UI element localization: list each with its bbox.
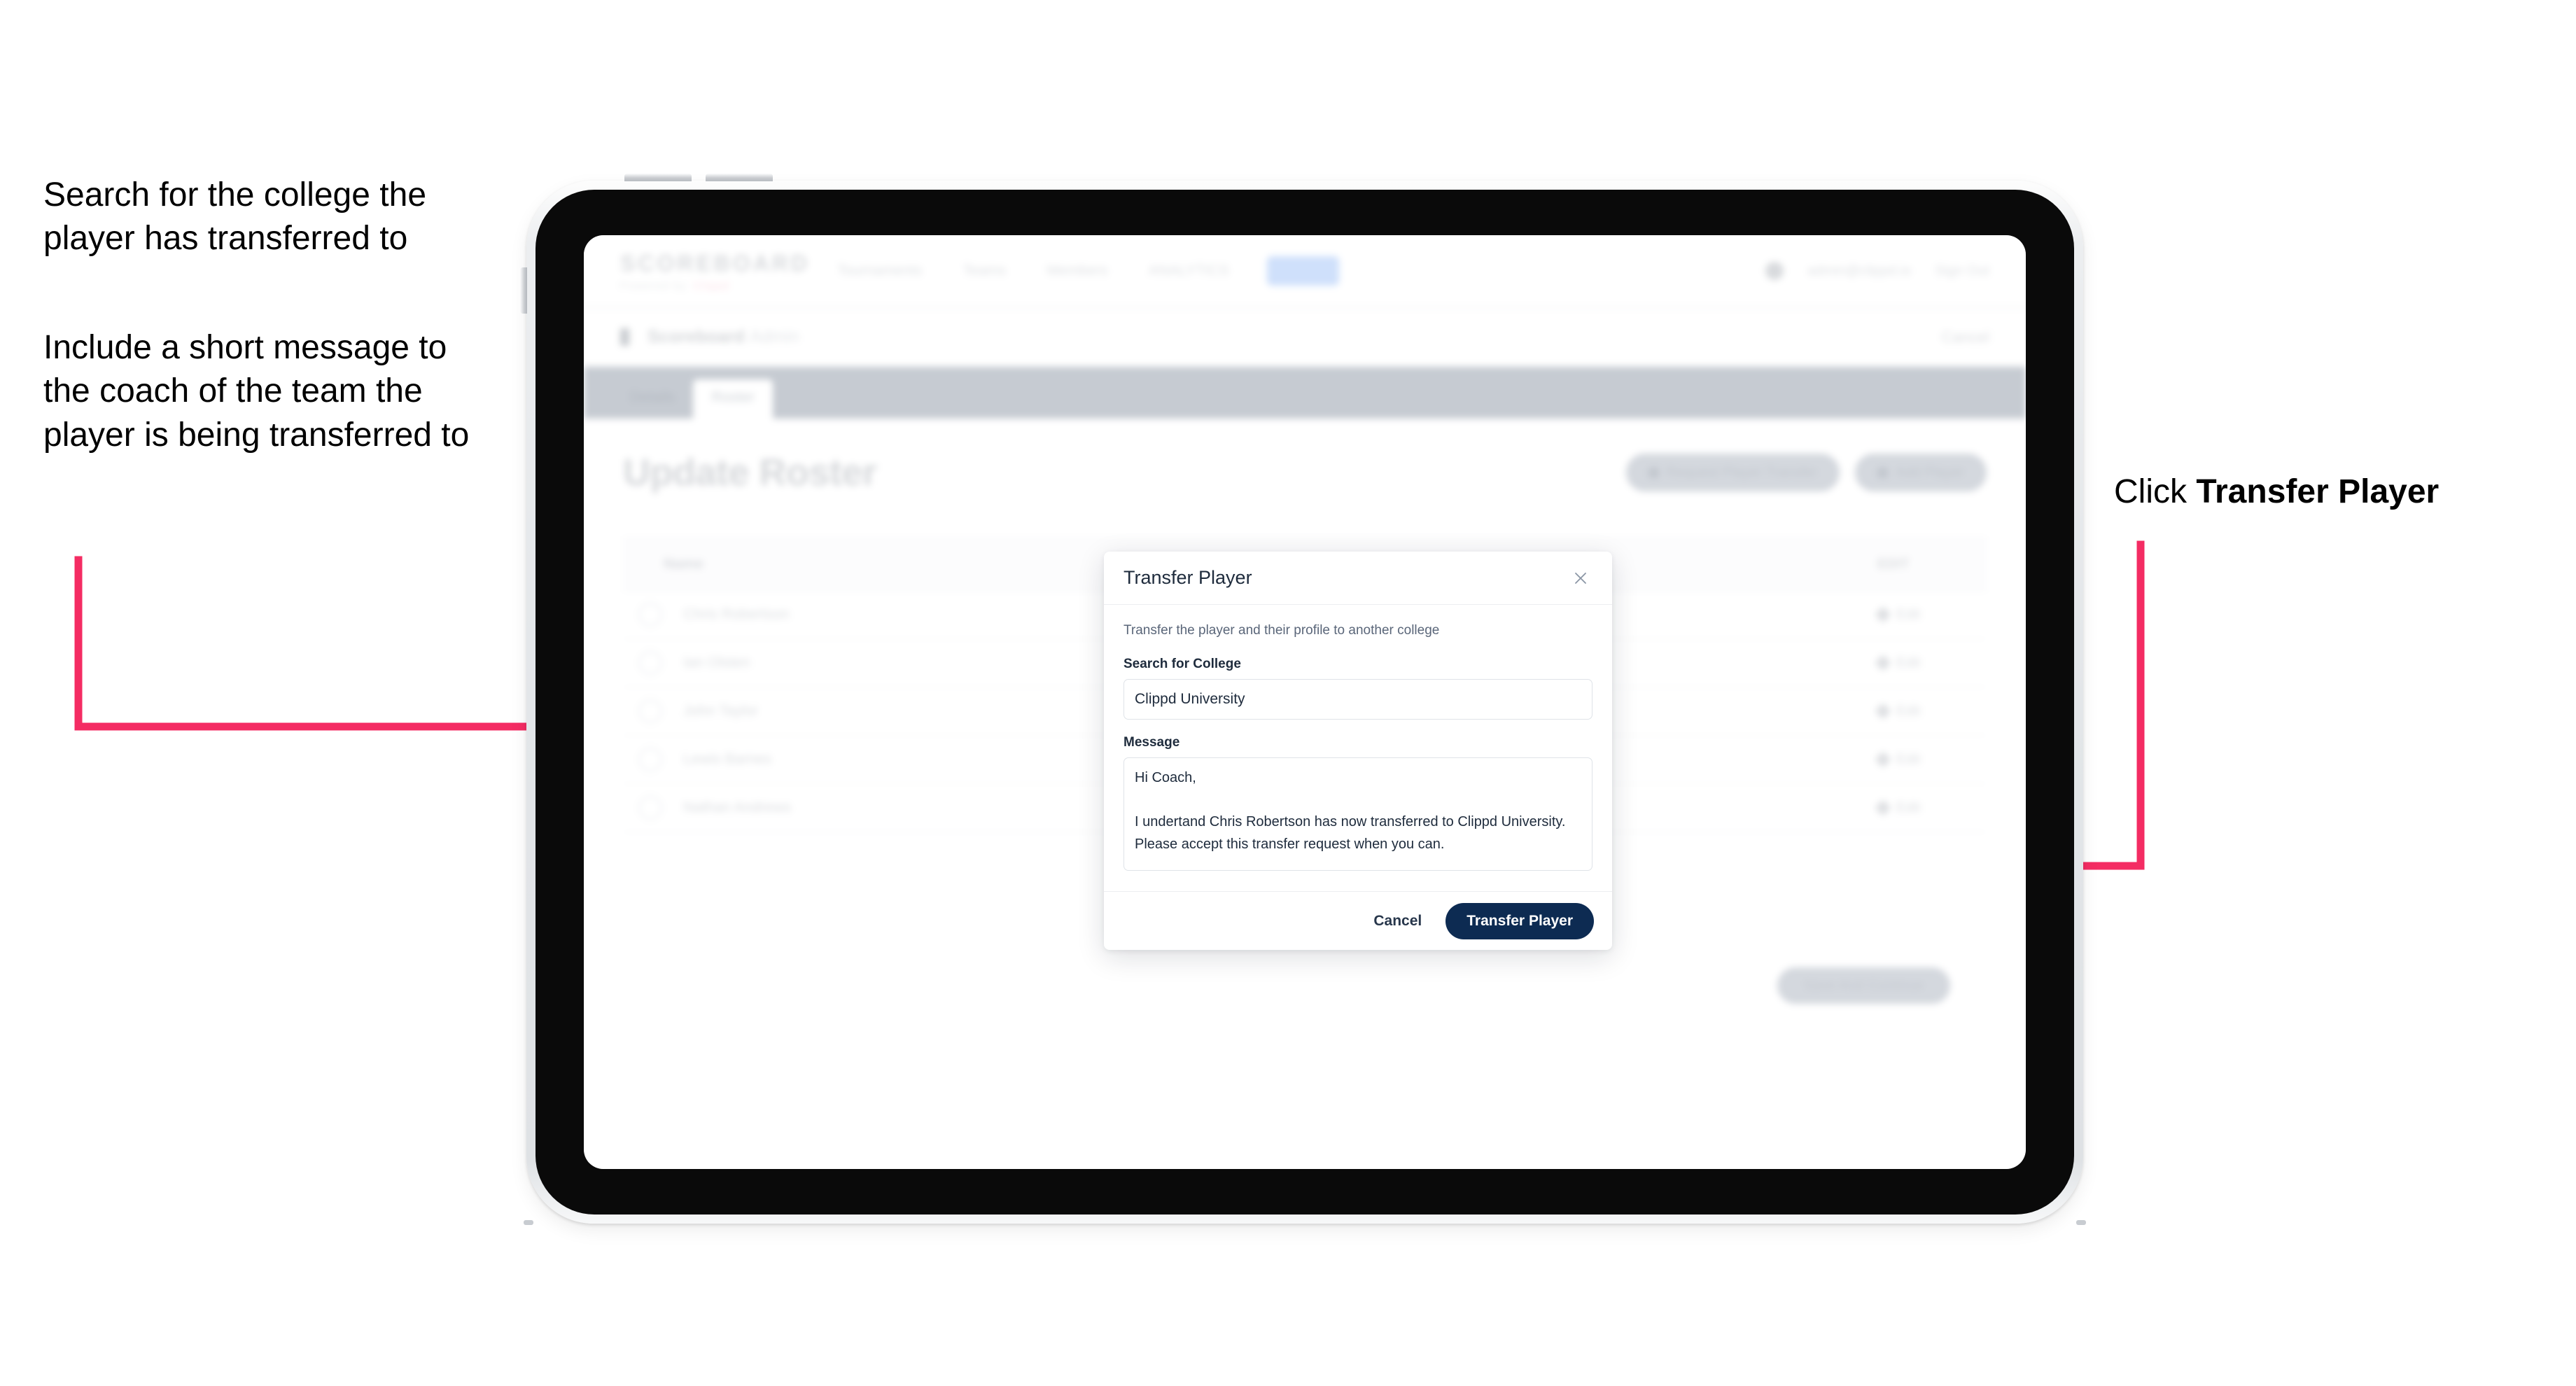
- edit-label: Edit: [1896, 606, 1921, 622]
- transfer-player-dialog: Transfer Player Transfer the player and …: [1104, 552, 1612, 950]
- edit-player-button[interactable]: Edit: [1852, 704, 1971, 720]
- nav-item-tournaments[interactable]: Tournaments: [834, 257, 925, 285]
- tab-strip: Details Roster: [584, 367, 2026, 419]
- dialog-header: Transfer Player: [1104, 552, 1612, 605]
- nav-item-members[interactable]: Members: [1044, 257, 1111, 285]
- nav-item-teams[interactable]: Teams: [960, 257, 1009, 285]
- edit-label: Edit: [1896, 703, 1921, 719]
- annotation-click-transfer-player: Click Transfer Player: [2114, 470, 2548, 514]
- player-name: Chris Robertson: [683, 606, 790, 622]
- subbar-subtitle-text: Admin: [749, 327, 799, 346]
- subbar-cancel-action[interactable]: Cancel: [1942, 328, 1989, 346]
- dialog-body: Transfer the player and their profile to…: [1104, 605, 1612, 891]
- dialog-title: Transfer Player: [1124, 567, 1252, 588]
- player-name: Nathan Andrews: [683, 799, 792, 816]
- player-avatar: [638, 603, 662, 626]
- annotation-include-message: Include a short message to the coach of …: [43, 329, 470, 454]
- request-player-transfer-button[interactable]: Request Player Transfer: [1625, 454, 1840, 491]
- pencil-icon: [1875, 606, 1891, 623]
- edit-player-button[interactable]: Edit: [1852, 655, 1971, 671]
- nav-items: Tournaments Teams Members ANALYTICS Admi…: [834, 256, 1340, 286]
- transfer-player-submit-button[interactable]: Transfer Player: [1446, 902, 1594, 939]
- annotation-search-college: Search for the college the player has tr…: [43, 176, 427, 258]
- add-player-button[interactable]: Add Player: [1855, 454, 1987, 491]
- content-header: Update Roster Request Player Transfer Ad…: [623, 451, 1987, 494]
- dialog-footer: Cancel Transfer Player: [1104, 891, 1612, 950]
- player-avatar: [638, 651, 662, 675]
- subbar-title-text: Scoreboard: [648, 327, 745, 346]
- cancel-button[interactable]: Cancel: [1359, 904, 1436, 939]
- brand-logo[interactable]: SCOREBOARD Powered by Clippd: [620, 250, 811, 292]
- plus-icon: [1877, 467, 1889, 478]
- close-icon[interactable]: [1569, 566, 1592, 590]
- pencil-icon: [1875, 751, 1891, 768]
- pencil-icon: [1875, 654, 1891, 671]
- request-player-transfer-label: Request Player Transfer: [1666, 464, 1818, 480]
- volume-down-button[interactable]: [706, 174, 773, 181]
- annotation-right-prefix: Click: [2114, 473, 2197, 510]
- add-player-label: Add Player: [1896, 464, 1964, 480]
- edit-player-button[interactable]: Edit: [1852, 800, 1971, 816]
- sub-navigation-bar: Scoreboard Admin Cancel: [584, 308, 2026, 367]
- player-avatar: [638, 796, 662, 820]
- tablet-device: SCOREBOARD Powered by Clippd Tournaments…: [520, 174, 2086, 1225]
- dialog-description: Transfer the player and their profile to…: [1124, 623, 1440, 638]
- player-name: John Taylor: [683, 703, 759, 719]
- edit-player-button[interactable]: Edit: [1852, 607, 1971, 623]
- message-field-label: Message: [1124, 735, 1180, 750]
- nav-item-analytics[interactable]: ANALYTICS: [1146, 257, 1232, 285]
- edit-label: Edit: [1896, 751, 1921, 767]
- brand-tagline-accent: Clippd: [693, 279, 730, 292]
- trophy-icon: [620, 328, 629, 346]
- pencil-icon: [1875, 799, 1891, 816]
- brand-tagline-text: Powered by: [620, 279, 687, 292]
- column-header-name: Name: [664, 556, 704, 572]
- device-edge-nub-right: [2076, 1220, 2086, 1225]
- search-college-input[interactable]: [1124, 679, 1592, 720]
- page-title: Update Roster: [623, 451, 877, 493]
- save-and-continue-button[interactable]: Save And Continue: [1777, 967, 1950, 1004]
- edit-player-button[interactable]: Edit: [1852, 752, 1971, 768]
- edit-label: Edit: [1896, 654, 1921, 671]
- device-screen: SCOREBOARD Powered by Clippd Tournaments…: [584, 235, 2026, 1169]
- power-button[interactable]: [520, 267, 527, 314]
- message-textarea[interactable]: Hi Coach, I undertand Chris Robertson ha…: [1124, 757, 1592, 871]
- nav-item-admin[interactable]: Admin: [1266, 256, 1340, 286]
- transfer-icon: [1648, 467, 1659, 478]
- brand-name: SCOREBOARD: [620, 250, 811, 276]
- nav-right-group: admin@clippd.io Sign Out: [1765, 262, 1989, 280]
- volume-up-button[interactable]: [624, 174, 692, 181]
- nav-user-email: admin@clippd.io: [1807, 262, 1912, 279]
- tab-details[interactable]: Details: [612, 379, 693, 419]
- player-avatar: [638, 748, 662, 771]
- subbar-title: Scoreboard Admin: [648, 327, 799, 347]
- sign-out-link[interactable]: Sign Out: [1935, 263, 1989, 279]
- player-avatar: [638, 699, 662, 723]
- brand-tagline: Powered by Clippd: [620, 280, 767, 292]
- device-edge-nub-left: [524, 1220, 533, 1225]
- tab-roster[interactable]: Roster: [693, 379, 774, 419]
- avatar[interactable]: [1765, 262, 1784, 280]
- player-name: Ian Olsten: [683, 654, 750, 671]
- top-navigation-bar: SCOREBOARD Powered by Clippd Tournaments…: [584, 235, 2026, 308]
- edit-label: Edit: [1896, 799, 1921, 816]
- annotation-right-bold: Transfer Player: [2196, 473, 2440, 510]
- column-header-edit: EDIT: [1877, 556, 1910, 572]
- player-name: Lewis Barnes: [683, 751, 772, 767]
- pencil-icon: [1875, 703, 1891, 720]
- college-field-label: Search for College: [1124, 657, 1241, 671]
- header-actions: Request Player Transfer Add Player: [1625, 454, 1987, 491]
